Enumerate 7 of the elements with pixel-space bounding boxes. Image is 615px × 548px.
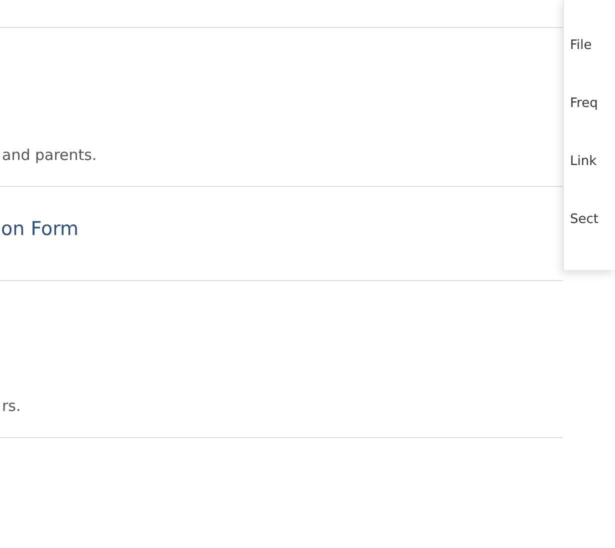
menu-item[interactable]: File	[564, 38, 615, 96]
section-text: and parents.	[2, 146, 97, 164]
menu-item[interactable]: Link	[564, 154, 615, 212]
section-text: rs.	[2, 397, 21, 415]
menu-item[interactable]: Sect	[564, 212, 615, 270]
section-heading[interactable]: on Form	[1, 218, 79, 240]
menu-item[interactable]: Freq	[564, 96, 615, 154]
